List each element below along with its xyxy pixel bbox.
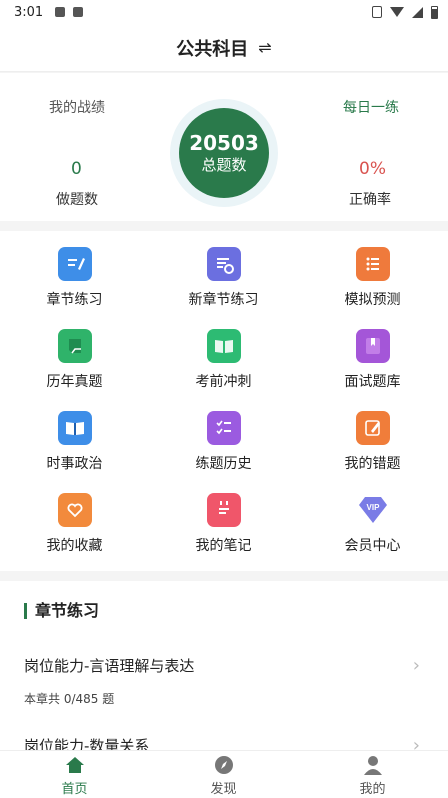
tab-discover[interactable]: 发现 [149, 751, 298, 798]
shield-notification-icon [55, 7, 66, 17]
header[interactable]: 公共科目 ⇌ [0, 24, 448, 72]
bottom-tab-bar: 首页 发现 我的 [0, 750, 448, 798]
chapter-practice-section: 章节练习 岗位能力-言语理解与表达 本章共 0/485 题 › 岗位能力-数量关… [0, 581, 448, 751]
accuracy-value: 0% [359, 159, 386, 179]
vibrate-icon [372, 6, 382, 18]
menu-item-current-affairs[interactable]: 时事政治 [0, 395, 149, 477]
home-icon [64, 754, 86, 776]
menu-item-my-favorites[interactable]: 我的收藏 [0, 477, 149, 559]
total-label: 总题数 [201, 156, 247, 174]
page-title[interactable]: 公共科目 [176, 35, 248, 61]
menu-item-interview-bank[interactable]: 面试题库 [298, 313, 447, 395]
done-label: 做题数 [56, 192, 98, 208]
compass-icon [213, 754, 235, 776]
heart-folder-icon [57, 493, 92, 527]
menu-item-new-chapter-practice[interactable]: 新章节练习 [149, 231, 298, 313]
done-count: 0 [71, 159, 82, 179]
open-book-icon [206, 329, 241, 363]
checklist-icon [355, 247, 390, 281]
status-bar: 3:01 [0, 0, 448, 24]
menu-item-mock-exam[interactable]: 模拟预测 [298, 231, 447, 313]
calendar-note-icon [206, 493, 241, 527]
chevron-right-icon: › [412, 735, 420, 751]
tab-mine[interactable]: 我的 [298, 751, 447, 798]
tab-home[interactable]: 首页 [0, 751, 149, 798]
feature-grid: 章节练习 新章节练习 模拟预测 历年真题 考前冲刺 面试题库 时事政治 练题历史… [0, 231, 448, 571]
total-count: 20503 [189, 131, 259, 155]
user-icon [362, 754, 384, 776]
menu-item-vip-center[interactable]: VIP 会员中心 [298, 477, 447, 559]
chapter-name: 岗位能力-数量关系 [24, 737, 150, 751]
menu-item-my-mistakes[interactable]: 我的错题 [298, 395, 447, 477]
wifi-icon [390, 7, 404, 17]
bookmark-book-icon [355, 329, 390, 363]
stats-panel: 我的战绩 每日一练 20503 总题数 0 做题数 0% 正确率 [0, 73, 448, 221]
app-notification-icon [73, 7, 84, 17]
menu-item-my-notes[interactable]: 我的笔记 [149, 477, 298, 559]
section-title: 章节练习 [24, 603, 99, 619]
total-questions-badge: 20503 总题数 [170, 99, 278, 207]
accuracy-label: 正确率 [349, 192, 391, 208]
list-gear-icon [206, 247, 241, 281]
my-record-label: 我的战绩 [49, 100, 105, 116]
vip-diamond-icon: VIP [356, 493, 390, 527]
status-time: 3:01 [14, 4, 44, 20]
switch-subject-icon[interactable]: ⇌ [258, 38, 271, 57]
chapter-item[interactable]: 岗位能力-言语理解与表达 本章共 0/485 题 › [24, 655, 424, 707]
daily-practice-link[interactable]: 每日一练 [343, 97, 399, 117]
chapter-count: 本章共 0/485 题 [24, 692, 115, 706]
menu-item-past-exams[interactable]: 历年真题 [0, 313, 149, 395]
pencil-note-icon [355, 411, 390, 445]
svg-text:VIP: VIP [366, 503, 380, 512]
signal-icon [412, 6, 423, 18]
chevron-right-icon: › [412, 655, 420, 676]
chapter-item[interactable]: 岗位能力-数量关系 › [24, 735, 424, 751]
edit-doc-icon [57, 247, 92, 281]
menu-item-practice-history[interactable]: 练题历史 [149, 395, 298, 477]
reading-book-icon [57, 411, 92, 445]
menu-item-final-sprint[interactable]: 考前冲刺 [149, 313, 298, 395]
notebook-icon [57, 329, 92, 363]
battery-icon [431, 5, 438, 19]
chapter-name: 岗位能力-言语理解与表达 [24, 657, 195, 675]
menu-item-chapter-practice[interactable]: 章节练习 [0, 231, 149, 313]
task-list-icon [206, 411, 241, 445]
